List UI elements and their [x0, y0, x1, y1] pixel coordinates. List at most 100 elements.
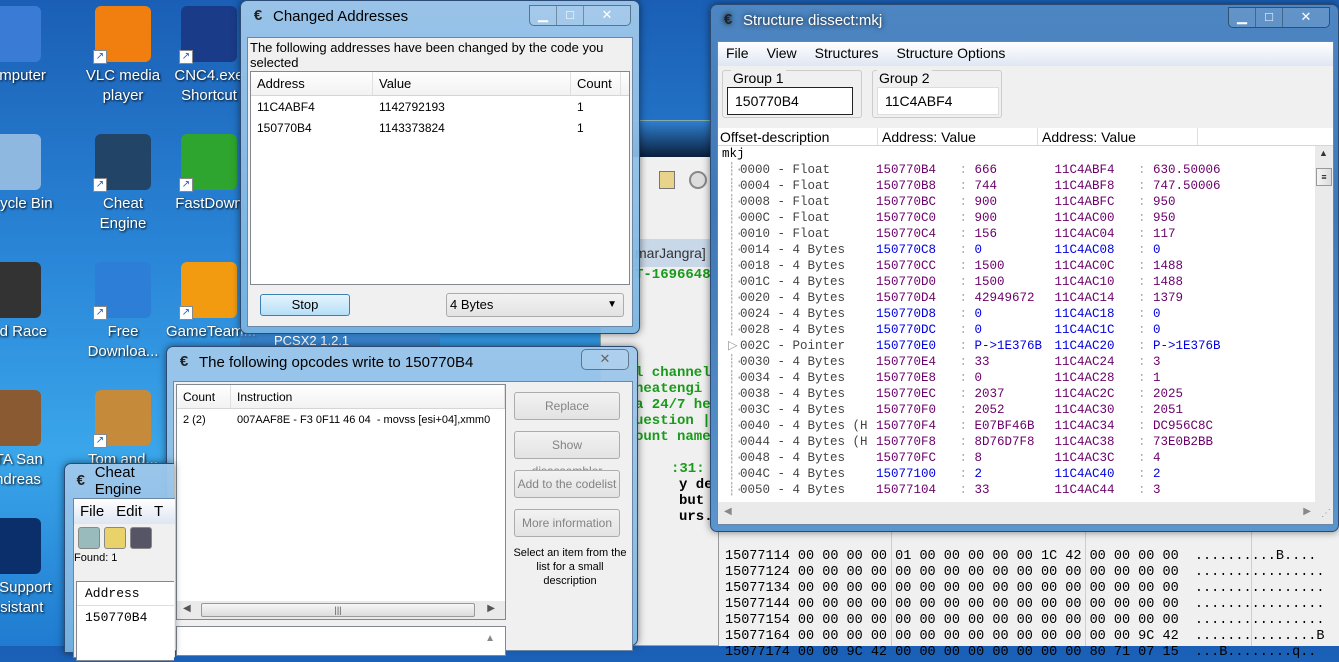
replace-button[interactable]: Replace: [514, 392, 620, 420]
alarm-clock-icon[interactable]: [689, 171, 707, 189]
col-count[interactable]: Count: [177, 385, 231, 408]
stop-button[interactable]: Stop: [260, 294, 350, 316]
menu-item-structures[interactable]: Structures: [815, 45, 879, 63]
tree-row[interactable]: ┊· 0010 - Float 150770C4 : 156 11C4AC04 : 1…: [718, 226, 1333, 242]
col-count[interactable]: Count: [571, 72, 621, 95]
desktop-icon[interactable]: Computer: [0, 6, 56, 86]
desktop-icon-label: HP Support Assistant: [0, 579, 52, 616]
tree-row[interactable]: ┊· 0050 - 4 Bytes 15077104 : 33 11C4AC44 : …: [718, 482, 1333, 498]
desktop-icon[interactable]: ↗ Free Downloa...: [80, 262, 166, 362]
found-list[interactable]: Address 150770B4: [76, 581, 174, 661]
tree-row[interactable]: ┊· 004C - 4 Bytes 15077100 : 2 11C4AC40 : 2: [718, 466, 1333, 482]
structure-tree[interactable]: Offset-description Address: Value Addres…: [718, 128, 1333, 524]
col-offset[interactable]: Offset-description: [718, 128, 878, 145]
close-button[interactable]: ✕: [582, 350, 628, 369]
col-instruction[interactable]: Instruction: [231, 385, 505, 408]
expand-icon[interactable]: ▷: [728, 338, 740, 354]
tree-row[interactable]: ┊· 0030 - 4 Bytes 150770E4 : 33 11C4AC24 : …: [718, 354, 1333, 370]
col-address[interactable]: Address: [251, 72, 373, 95]
scroll-right-icon[interactable]: ▶: [1303, 506, 1311, 517]
description-box[interactable]: ▲: [176, 626, 506, 656]
scroll-up-icon[interactable]: ▲: [1319, 148, 1328, 158]
group-2-address-input[interactable]: 11C4ABF4: [877, 87, 999, 115]
col-group1[interactable]: Address: Value: [878, 128, 1038, 145]
close-button[interactable]: ✕: [1283, 8, 1329, 27]
vertical-scrollbar[interactable]: ▲ ≡: [1315, 146, 1333, 502]
tree-row[interactable]: ┊· 0024 - 4 Bytes 150770D8 : 0 11C4AC18 : 0: [718, 306, 1333, 322]
save-icon[interactable]: [130, 527, 152, 549]
desktop-icon[interactable]: ↗ HP Support Assistant: [0, 518, 56, 618]
open-folder-icon[interactable]: [104, 527, 126, 549]
hex-row[interactable]: 15077124 00 00 00 00 00 00 00 00 00 00 0…: [725, 566, 1325, 582]
tree-row[interactable]: ┊· 0018 - 4 Bytes 150770CC : 1500 11C4AC0C …: [718, 258, 1333, 274]
hex-row[interactable]: 15077144 00 00 00 00 00 00 00 00 00 00 0…: [725, 598, 1325, 614]
chat-user: marJangra]: [635, 245, 706, 261]
resize-grip-icon[interactable]: ⋰: [1321, 508, 1331, 519]
group-1-address-input[interactable]: 150770B4: [727, 87, 853, 115]
scroll-thumb[interactable]: ≡: [1316, 168, 1332, 186]
chat-line: but: [679, 493, 705, 509]
scroll-right-icon[interactable]: ▶: [487, 603, 495, 614]
tree-row[interactable]: ┊· 0000 - Float 150770B4 : 666 11C4ABF4 : 6…: [718, 162, 1333, 178]
more-information-button[interactable]: More information: [514, 509, 620, 537]
desktop-icon[interactable]: ↗ VLC media player: [80, 6, 166, 106]
desktop-icon[interactable]: ↗ Cheat Engine: [80, 134, 166, 234]
tree-row[interactable]: ┊· 0048 - 4 Bytes 150770FC : 8 11C4AC3C : 4: [718, 450, 1333, 466]
menu-item[interactable]: Edit: [116, 503, 142, 520]
tree-row[interactable]: ┊· 000C - Float 150770C0 : 900 11C4AC00 : 9…: [718, 210, 1333, 226]
toolbar-icon-contacts[interactable]: [659, 171, 675, 189]
cheat-engine-icon: €: [179, 353, 189, 370]
tree-row[interactable]: ┊· 0040 - 4 Bytes (H 150770F4 : E07BF46B 11…: [718, 418, 1333, 434]
changed-list[interactable]: Address Value Count 11C4ABF4 1142792193 1 1…: [250, 71, 630, 285]
scroll-thumb[interactable]: |||: [201, 603, 475, 617]
tree-row[interactable]: ┊· 0014 - 4 Bytes 150770C8 : 0 11C4AC08 : 0: [718, 242, 1333, 258]
scroll-left-icon[interactable]: ◀: [183, 603, 191, 614]
tree-row[interactable]: ┊· 0038 - 4 Bytes 150770EC : 2037 11C4AC2C …: [718, 386, 1333, 402]
desktop-icon[interactable]: ↗ Mad Race: [0, 262, 56, 342]
menu-item-view[interactable]: View: [767, 45, 797, 63]
col-group2[interactable]: Address: Value: [1038, 128, 1198, 145]
add-to-codelist-button[interactable]: Add to the codelist: [514, 470, 620, 498]
close-button[interactable]: ✕: [584, 6, 630, 25]
table-row[interactable]: 150770B4 1143373824 1: [251, 117, 629, 138]
found-row[interactable]: 150770B4: [77, 606, 174, 629]
tree-row[interactable]: ┊· 0028 - 4 Bytes 150770DC : 0 11C4AC1C : 0: [718, 322, 1333, 338]
hex-row[interactable]: 15077134 00 00 00 00 00 00 00 00 00 00 0…: [725, 582, 1325, 598]
col-address[interactable]: Address: [77, 582, 174, 606]
tree-row[interactable]: ┊· 0034 - 4 Bytes 150770E8 : 0 11C4AC28 : 1: [718, 370, 1333, 386]
horizontal-scrollbar[interactable]: ◀ ||| ▶: [177, 601, 505, 619]
tree-row[interactable]: ┊· 0008 - Float 150770BC : 900 11C4ABFC : 9…: [718, 194, 1333, 210]
tree-row[interactable]: ┊· 0004 - Float 150770B8 : 744 11C4ABF8 : 7…: [718, 178, 1333, 194]
tree-row[interactable]: ┊· 0044 - 4 Bytes (H 150770F8 : 8D76D7F8 11…: [718, 434, 1333, 450]
menu-item[interactable]: File: [80, 503, 104, 520]
tree-row[interactable]: ▷ 002C - Pointer 150770E0 : P->1E376B 11C4A…: [718, 338, 1333, 354]
minimize-button[interactable]: ▁: [1229, 8, 1256, 27]
hex-row[interactable]: 15077154 00 00 00 00 00 00 00 00 00 00 0…: [725, 614, 1325, 630]
desktop-icon[interactable]: Recycle Bin: [0, 134, 56, 214]
hex-row[interactable]: 15077164 00 00 00 00 00 00 00 00 00 00 0…: [725, 630, 1325, 646]
maximize-button[interactable]: □: [1256, 8, 1283, 27]
opcode-list[interactable]: Count Instruction 2 (2) 007AAF8E - F3 0F1…: [176, 384, 506, 620]
table-row[interactable]: 11C4ABF4 1142792193 1: [251, 96, 629, 117]
tree-row[interactable]: ┊· 003C - 4 Bytes 150770F0 : 2052 11C4AC30 …: [718, 402, 1333, 418]
tree-root[interactable]: mkj: [718, 146, 1333, 162]
hex-row[interactable]: 15077114 00 00 00 00 01 00 00 00 00 00 1…: [725, 550, 1325, 566]
desktop-icon[interactable]: ↗ Tom and...: [80, 390, 166, 470]
menu-item-file[interactable]: File: [726, 45, 749, 63]
menu-item[interactable]: T: [154, 503, 163, 520]
hex-row[interactable]: 15077174 00 00 9C 42 00 00 00 00 00 00 0…: [725, 646, 1325, 662]
maximize-button[interactable]: □: [557, 6, 584, 25]
table-row[interactable]: 2 (2) 007AAF8E - F3 0F11 46 04 - movss [e…: [177, 409, 505, 430]
scroll-up-icon[interactable]: ▲: [485, 633, 495, 644]
tree-row[interactable]: ┊· 0020 - 4 Bytes 150770D4 : 42949672 11C4A…: [718, 290, 1333, 306]
menu-item-structure-options[interactable]: Structure Options: [896, 45, 1005, 63]
col-value[interactable]: Value: [373, 72, 571, 95]
process-select-icon[interactable]: [78, 527, 100, 549]
tree-row[interactable]: ┊· 001C - 4 Bytes 150770D0 : 1500 11C4AC10 …: [718, 274, 1333, 290]
type-select[interactable]: 4 Bytes ▼: [446, 293, 624, 317]
horizontal-scrollbar[interactable]: ◀ ▶ ⋰: [718, 502, 1333, 524]
minimize-button[interactable]: ▁: [530, 6, 557, 25]
show-disassembler-button[interactable]: Show disassembler: [514, 431, 620, 478]
scroll-left-icon[interactable]: ◀: [724, 506, 732, 517]
desktop-icon[interactable]: ↗ GTA San Andreas: [0, 390, 56, 490]
